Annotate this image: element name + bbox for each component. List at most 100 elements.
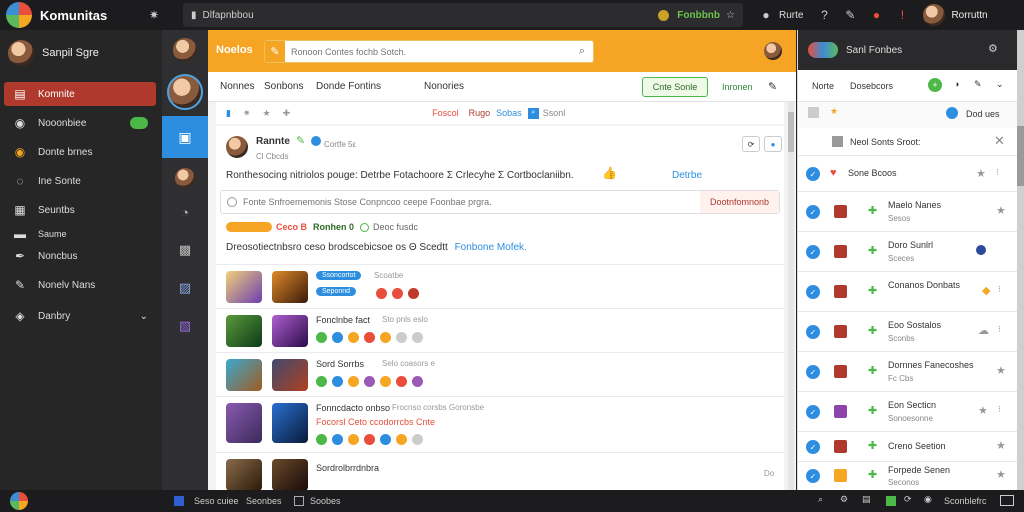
status-monitor-icon[interactable] xyxy=(1000,495,1014,506)
action-link[interactable]: Inronen xyxy=(722,82,753,92)
feed-row-1[interactable]: Fonclnbe fact Sto pnls eslo xyxy=(216,308,784,352)
tag-pill[interactable] xyxy=(226,222,272,232)
feed-title[interactable]: Fonclnbe fact xyxy=(316,315,370,325)
right-item-0[interactable]: ✓ ♥ Sone Bcoos ★ ⁝ xyxy=(798,156,1018,192)
right-item-4[interactable]: ✓ ✚ Eoo Sostalos Sconbs ☁ ⁝ xyxy=(798,312,1018,352)
camera-icon[interactable]: ◔ xyxy=(173,200,197,224)
reaction-dot[interactable] xyxy=(408,287,420,299)
rail-avatar-top[interactable] xyxy=(173,38,197,62)
main-scrollbar[interactable] xyxy=(788,102,794,490)
reaction-dot[interactable] xyxy=(332,433,344,445)
grid-icon[interactable]: ▩ xyxy=(173,238,197,262)
action-button[interactable]: Cnte Sonle xyxy=(642,77,708,97)
item-star-icon[interactable]: ★ xyxy=(976,167,986,180)
right-tab-b[interactable]: Dosebcors xyxy=(850,81,893,91)
thumbs-up-icon[interactable]: 👍 xyxy=(602,166,617,180)
item-star-icon[interactable]: ★ xyxy=(996,204,1006,217)
window-scrollbar[interactable] xyxy=(1017,30,1024,490)
reaction-dot[interactable] xyxy=(364,375,376,387)
star-icon[interactable]: ☆ xyxy=(726,10,735,21)
alert-icon[interactable]: ! xyxy=(893,6,911,24)
sidebar-item-0[interactable]: ▤ Komnite xyxy=(4,82,156,106)
sidebar-item-1[interactable]: ◉ Nooonbiee xyxy=(4,111,156,135)
feed-row-3[interactable]: Fonncdacto onbso Frocnso corsbs Goronsbe… xyxy=(216,396,784,452)
pin-filter-icon[interactable]: ✷ xyxy=(243,108,251,119)
post-author-avatar[interactable] xyxy=(226,136,248,158)
reaction-dot[interactable] xyxy=(376,287,387,299)
reaction-dot[interactable] xyxy=(348,375,360,387)
pin-icon[interactable]: ✷ xyxy=(145,6,163,24)
tag-b[interactable]: Ronhen 0 xyxy=(313,222,354,232)
reply-box[interactable]: Dootnfomnonb xyxy=(220,190,780,214)
thumb-b[interactable] xyxy=(272,359,308,391)
status-gear-icon[interactable]: ⚙ xyxy=(840,494,848,505)
item-more-icon[interactable]: ⁝ xyxy=(998,284,1001,295)
thumb-a[interactable] xyxy=(226,271,262,303)
status-wifi-icon[interactable]: ◉ xyxy=(924,494,932,505)
tools-icon[interactable]: ✎ xyxy=(841,6,859,24)
item-star-icon[interactable]: ★ xyxy=(996,468,1006,481)
gallery-icon[interactable]: ▧ xyxy=(173,314,197,338)
thumb-b[interactable] xyxy=(272,403,308,443)
tab-2[interactable]: Donde Fontins xyxy=(316,81,381,92)
profile-label[interactable]: Rurte xyxy=(779,10,803,21)
reaction-dot[interactable] xyxy=(412,375,424,387)
reaction-dot[interactable] xyxy=(316,433,327,445)
sidebar-item-5[interactable]: ▬ Saume xyxy=(4,225,156,243)
checkbox-icon[interactable] xyxy=(808,107,819,118)
thumb-a[interactable] xyxy=(226,403,262,443)
reaction-dot[interactable] xyxy=(412,331,424,343)
header-avatar[interactable] xyxy=(764,42,782,60)
feed-title[interactable]: Sord Sorrbs xyxy=(316,359,364,369)
filter-popular[interactable]: Rugo xyxy=(469,108,491,118)
post-more-button[interactable]: ⟳ xyxy=(742,136,760,152)
bookmark-filter-icon[interactable]: ▮ xyxy=(226,108,231,119)
thumb-b[interactable] xyxy=(272,271,308,303)
sidebar-item-2[interactable]: ◉ Donte brnes xyxy=(4,140,156,164)
reaction-dot[interactable] xyxy=(412,433,424,445)
reaction-dot[interactable] xyxy=(364,331,376,343)
feed-title[interactable]: Sordrolbrrdnbra xyxy=(316,463,379,473)
item-more-icon[interactable]: ⁝ xyxy=(998,324,1001,335)
item-more-icon[interactable]: ⁝ xyxy=(998,404,1001,415)
profile-icon[interactable]: ● xyxy=(757,6,775,24)
feed-title[interactable]: Fonncdacto onbso xyxy=(316,403,390,413)
reaction-dot[interactable] xyxy=(364,433,376,445)
reaction-dot[interactable] xyxy=(316,331,327,343)
toggle-badge[interactable] xyxy=(130,117,148,129)
reaction-dot[interactable] xyxy=(396,375,408,387)
right-item-1[interactable]: ✓ ✚ Maelo Nanes Sesos ★ xyxy=(798,192,1018,232)
reaction-dot[interactable] xyxy=(392,287,404,299)
settings-icon[interactable]: ⚙ xyxy=(988,42,998,55)
right-item-8[interactable]: ✓ ✚ Forpede Senen Seconos ★ xyxy=(798,462,1018,490)
sidebar-item-4[interactable]: ▦ Seuntbs xyxy=(4,198,156,222)
reaction-dot[interactable] xyxy=(396,433,408,445)
filter-search-icon[interactable]: ⌕ xyxy=(527,107,539,119)
search-icon[interactable]: ⌕ xyxy=(579,45,585,58)
item-star-icon[interactable]: ★ xyxy=(996,364,1006,377)
right-tab-a[interactable]: Norte xyxy=(812,81,834,91)
user-name[interactable]: Rorruttn xyxy=(951,10,987,21)
help-icon[interactable]: ? xyxy=(815,6,833,24)
item-star-icon[interactable]: ★ xyxy=(978,404,988,417)
search-box[interactable]: ✎ ⌕ xyxy=(264,40,594,63)
rail-active-item[interactable]: ▣ xyxy=(162,116,208,158)
reaction-dot[interactable] xyxy=(332,331,344,343)
status-search-icon[interactable]: ⌕ xyxy=(818,494,823,505)
rail-avatar-large[interactable] xyxy=(167,74,203,110)
tab-0[interactable]: Nonnes xyxy=(220,81,254,92)
thumb-b[interactable] xyxy=(272,459,308,491)
rail-avatar-small[interactable] xyxy=(175,168,195,188)
tag-c[interactable]: Deoc fusdc xyxy=(373,222,418,232)
edit-panel-icon[interactable]: ✎ xyxy=(974,79,982,90)
feed-badge-a[interactable]: Ssoncortot xyxy=(316,271,362,280)
share-filter-icon[interactable]: ✚ xyxy=(283,108,291,119)
post-body-link[interactable]: Detrbe xyxy=(672,170,702,181)
refresh-icon[interactable]: ◑ xyxy=(954,79,959,89)
reaction-dot[interactable] xyxy=(316,375,327,387)
sidebar-item-7[interactable]: ✎ Nonelv Nans xyxy=(4,273,156,297)
collapse-icon[interactable]: ⌄ xyxy=(996,79,1004,90)
thumb-a[interactable] xyxy=(226,459,262,491)
reaction-dot[interactable] xyxy=(396,331,408,343)
feed-row-2[interactable]: Sord Sorrbs Selo coasors e xyxy=(216,352,784,396)
